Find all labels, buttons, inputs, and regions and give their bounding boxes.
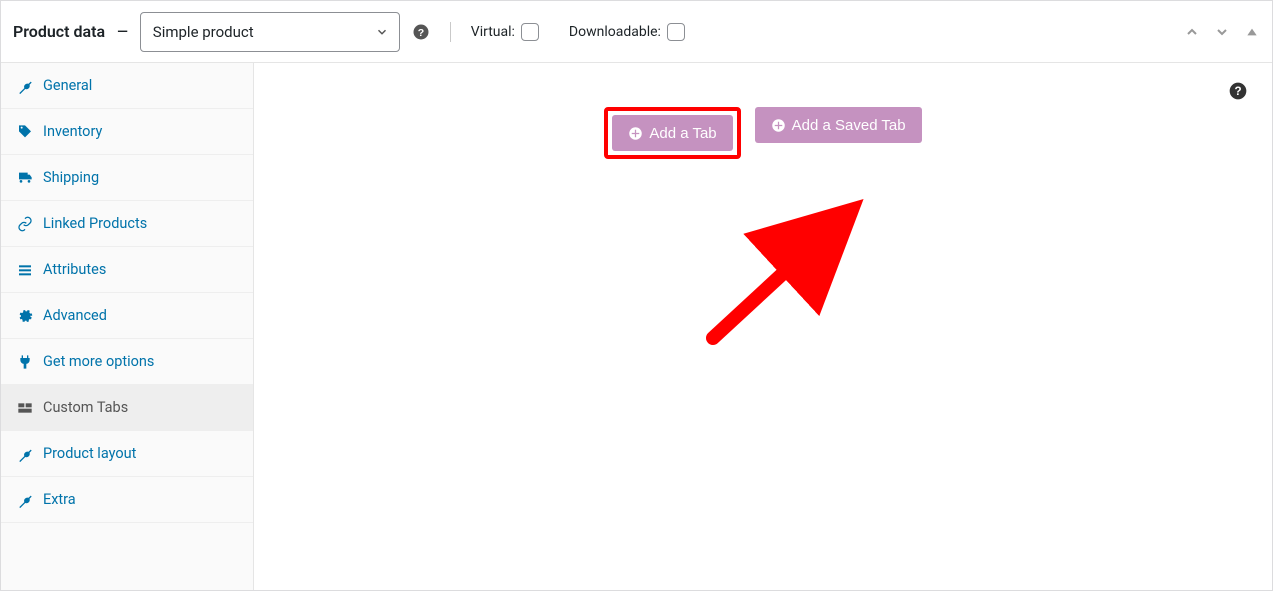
virtual-checkbox-wrap: Virtual: — [471, 23, 539, 41]
button-row: Add a Tab Add a Saved Tab — [274, 107, 1252, 159]
panel-toggle-controls — [1184, 24, 1260, 40]
wrench-icon — [17, 78, 33, 94]
downloadable-label: Downloadable: — [569, 24, 661, 40]
content-area: ? Add a Tab Add a Saved Tab — [254, 63, 1272, 590]
sidebar-item-attributes[interactable]: Attributes — [1, 247, 253, 293]
add-tab-button[interactable]: Add a Tab — [612, 115, 732, 151]
wrench-icon — [17, 492, 33, 508]
plus-circle-icon — [628, 126, 643, 141]
sidebar-item-custom-tabs[interactable]: Custom Tabs — [1, 385, 253, 431]
svg-text:?: ? — [418, 26, 424, 38]
tabs-icon — [17, 400, 33, 416]
plus-circle-icon — [771, 118, 786, 133]
sidebar-item-get-more-options[interactable]: Get more options — [1, 339, 253, 385]
move-down-icon[interactable] — [1214, 24, 1230, 40]
gear-icon — [17, 308, 33, 324]
product-data-panel: Product data — Simple product ? Virtual:… — [0, 0, 1273, 591]
sidebar: General Inventory Shipping Linked Produc… — [1, 63, 254, 590]
product-type-select[interactable]: Simple product — [140, 12, 400, 52]
tag-icon — [17, 124, 33, 140]
downloadable-checkbox-wrap: Downloadable: — [569, 23, 685, 41]
panel-title: Product data — [13, 22, 105, 41]
sidebar-item-label: Extra — [43, 491, 76, 508]
chevron-down-icon — [375, 25, 389, 39]
virtual-label: Virtual: — [471, 24, 515, 40]
sidebar-item-advanced[interactable]: Advanced — [1, 293, 253, 339]
sidebar-item-label: General — [43, 77, 92, 94]
title-dash: — — [117, 24, 128, 40]
annotation-highlight-box: Add a Tab — [604, 107, 740, 159]
add-saved-tab-button[interactable]: Add a Saved Tab — [755, 107, 922, 143]
wrench-icon — [17, 446, 33, 462]
sidebar-item-extra[interactable]: Extra — [1, 477, 253, 523]
plug-icon — [17, 354, 33, 370]
sidebar-item-general[interactable]: General — [1, 63, 253, 109]
help-icon[interactable]: ? — [412, 23, 430, 41]
separator — [450, 22, 451, 42]
list-icon — [17, 262, 33, 278]
sidebar-item-label: Attributes — [43, 261, 106, 278]
sidebar-item-label: Custom Tabs — [43, 399, 128, 416]
truck-icon — [17, 170, 33, 186]
sidebar-item-shipping[interactable]: Shipping — [1, 155, 253, 201]
button-label: Add a Tab — [649, 125, 716, 142]
panel-header: Product data — Simple product ? Virtual:… — [1, 1, 1272, 63]
sidebar-item-label: Get more options — [43, 353, 154, 370]
collapse-toggle-icon[interactable] — [1244, 24, 1260, 40]
downloadable-checkbox[interactable] — [667, 23, 685, 41]
link-icon — [17, 216, 33, 232]
sidebar-item-product-layout[interactable]: Product layout — [1, 431, 253, 477]
sidebar-item-inventory[interactable]: Inventory — [1, 109, 253, 155]
help-icon[interactable]: ? — [1228, 81, 1248, 101]
sidebar-item-label: Shipping — [43, 169, 99, 186]
sidebar-item-label: Product layout — [43, 445, 136, 462]
sidebar-item-label: Advanced — [43, 307, 107, 324]
product-type-selected-value: Simple product — [153, 23, 254, 41]
panel-body: General Inventory Shipping Linked Produc… — [1, 63, 1272, 590]
button-label: Add a Saved Tab — [792, 117, 906, 134]
annotation-arrow — [693, 198, 893, 368]
move-up-icon[interactable] — [1184, 24, 1200, 40]
sidebar-item-label: Inventory — [43, 123, 102, 140]
svg-text:?: ? — [1234, 85, 1241, 98]
sidebar-item-linked-products[interactable]: Linked Products — [1, 201, 253, 247]
virtual-checkbox[interactable] — [521, 23, 539, 41]
sidebar-item-label: Linked Products — [43, 215, 147, 232]
